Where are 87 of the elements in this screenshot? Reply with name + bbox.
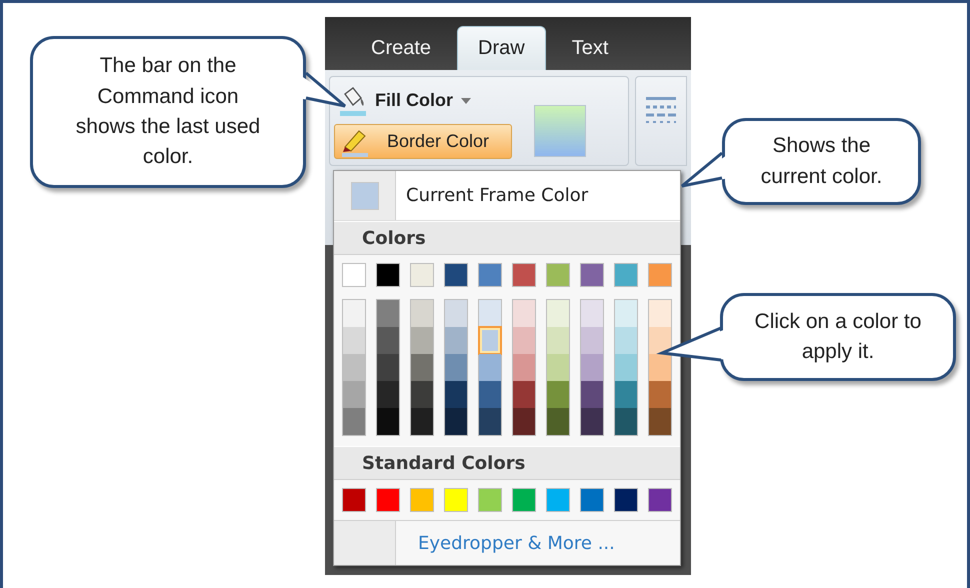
color-swatch[interactable] xyxy=(649,300,671,327)
color-swatch[interactable] xyxy=(580,263,604,287)
color-swatch[interactable] xyxy=(615,300,637,327)
color-swatch[interactable] xyxy=(614,488,638,512)
color-swatch[interactable] xyxy=(478,263,502,287)
color-swatch[interactable] xyxy=(411,408,433,435)
color-swatch[interactable] xyxy=(377,408,399,435)
color-swatch[interactable] xyxy=(410,488,434,512)
current-color-swatch xyxy=(350,182,378,210)
color-swatch[interactable] xyxy=(376,263,400,287)
eyedropper-more-link[interactable]: Eyedropper & More ... xyxy=(418,532,615,554)
color-swatch[interactable] xyxy=(580,488,604,512)
color-swatch[interactable] xyxy=(411,354,433,381)
callout-text: Click on a color to apply it. xyxy=(720,293,956,381)
ribbon-tab[interactable]: Text xyxy=(552,26,628,70)
color-swatch[interactable] xyxy=(478,488,502,512)
color-swatch[interactable] xyxy=(513,408,535,435)
color-swatch[interactable] xyxy=(512,263,536,287)
color-swatch[interactable] xyxy=(547,354,569,381)
color-swatch[interactable] xyxy=(513,327,535,354)
color-swatch[interactable] xyxy=(513,300,535,327)
color-swatch[interactable] xyxy=(649,408,671,435)
color-swatch[interactable] xyxy=(547,300,569,327)
caret-icon xyxy=(461,98,471,104)
color-swatch[interactable] xyxy=(479,300,501,327)
gradient-swatch-icon[interactable] xyxy=(534,105,586,157)
line-style-icon[interactable] xyxy=(646,97,676,123)
color-swatch[interactable] xyxy=(377,381,399,408)
color-swatch[interactable] xyxy=(479,354,501,381)
color-swatch[interactable] xyxy=(581,354,603,381)
paint-bucket-icon xyxy=(339,86,367,116)
color-swatch[interactable] xyxy=(649,381,671,408)
color-swatch[interactable] xyxy=(479,408,501,435)
color-swatch[interactable] xyxy=(649,327,671,354)
color-swatch[interactable] xyxy=(547,381,569,408)
color-swatch[interactable] xyxy=(512,488,536,512)
color-swatch[interactable] xyxy=(615,408,637,435)
color-swatch[interactable] xyxy=(343,408,365,435)
color-swatch[interactable] xyxy=(648,488,672,512)
color-swatch[interactable] xyxy=(410,263,434,287)
callout-text: The bar on the Command icon shows the last used color. xyxy=(30,36,306,188)
color-swatch[interactable] xyxy=(445,408,467,435)
color-swatch[interactable] xyxy=(547,327,569,354)
color-swatch[interactable] xyxy=(342,488,366,512)
callout-text: Shows the current color. xyxy=(722,118,921,205)
fill-color-button[interactable]: Fill Color xyxy=(334,83,512,118)
ribbon-tab[interactable]: Draw xyxy=(457,26,546,70)
color-swatch[interactable] xyxy=(581,300,603,327)
color-swatch[interactable] xyxy=(445,354,467,381)
color-swatch[interactable] xyxy=(343,300,365,327)
color-swatch[interactable] xyxy=(513,354,535,381)
color-swatch[interactable] xyxy=(513,381,535,408)
color-swatch[interactable] xyxy=(343,381,365,408)
color-swatch[interactable] xyxy=(546,263,570,287)
ribbon-tab[interactable]: Create xyxy=(351,26,452,70)
color-swatch[interactable] xyxy=(377,327,399,354)
section-header: Standard Colors xyxy=(334,446,680,480)
color-swatch[interactable] xyxy=(479,381,501,408)
color-swatch[interactable] xyxy=(377,354,399,381)
color-swatch[interactable] xyxy=(546,488,570,512)
color-swatch[interactable] xyxy=(648,263,672,287)
color-swatch[interactable] xyxy=(615,354,637,381)
color-swatch[interactable] xyxy=(411,381,433,408)
color-swatch[interactable] xyxy=(581,408,603,435)
color-swatch[interactable] xyxy=(343,354,365,381)
color-swatch[interactable] xyxy=(479,327,501,354)
color-swatch[interactable] xyxy=(411,327,433,354)
color-swatch[interactable] xyxy=(615,381,637,408)
current-color-item[interactable]: Current Frame Color xyxy=(334,171,680,221)
section-header: Colors xyxy=(334,221,680,255)
color-swatch[interactable] xyxy=(445,381,467,408)
color-swatch[interactable] xyxy=(411,300,433,327)
color-swatch[interactable] xyxy=(444,488,468,512)
color-swatch[interactable] xyxy=(581,327,603,354)
color-swatch[interactable] xyxy=(377,300,399,327)
color-swatch[interactable] xyxy=(615,327,637,354)
color-swatch[interactable] xyxy=(649,354,671,381)
color-swatch[interactable] xyxy=(444,263,468,287)
color-swatch[interactable] xyxy=(342,263,366,287)
border-color-button[interactable]: Border Color xyxy=(334,124,512,159)
color-swatch[interactable] xyxy=(547,408,569,435)
color-swatch[interactable] xyxy=(581,381,603,408)
color-swatch[interactable] xyxy=(343,327,365,354)
color-swatch[interactable] xyxy=(614,263,638,287)
color-swatch[interactable] xyxy=(445,327,467,354)
color-swatch[interactable] xyxy=(376,488,400,512)
color-swatch[interactable] xyxy=(445,300,467,327)
